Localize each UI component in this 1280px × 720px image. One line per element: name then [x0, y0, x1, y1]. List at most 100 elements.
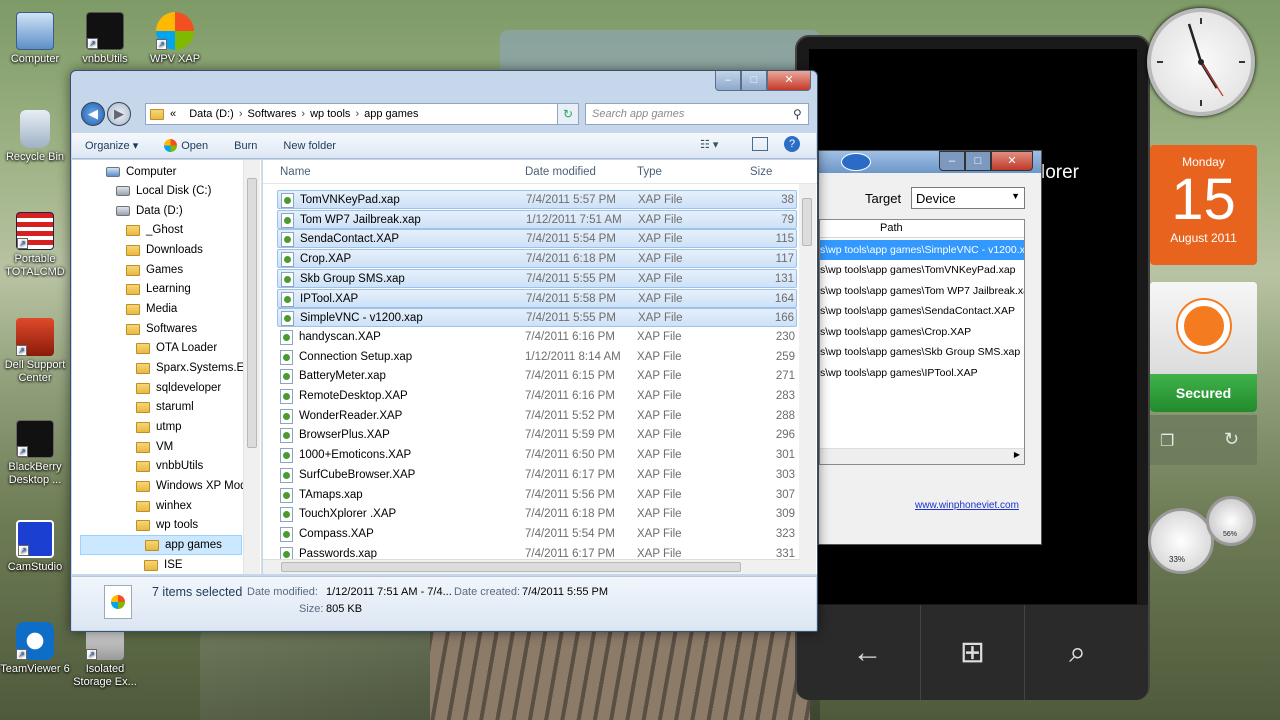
file-row[interactable]: RemoteDesktop.XAP 7/4/2011 6:16 PM XAP Fil… [277, 387, 797, 406]
search-input[interactable]: Search app games [585, 103, 809, 125]
restore-icon[interactable]: ❐ [1160, 431, 1174, 451]
column-type[interactable]: Type [637, 166, 662, 178]
file-row[interactable]: Connection Setup.xap 1/12/2011 8:14 AM XAP… [277, 348, 797, 367]
file-list-hscrollbar[interactable] [263, 559, 800, 574]
breadcrumb-softwares[interactable]: Softwares [247, 108, 296, 120]
tree-item-local-disk[interactable]: Local Disk (C:) [116, 181, 211, 201]
desktop-icon-wpv-xap[interactable]: ↗ WPV XAP [140, 12, 210, 66]
tree-item-wp-tools[interactable]: wp tools [136, 515, 198, 535]
minimize-button[interactable]: – [715, 71, 741, 91]
path-list[interactable]: Path s\wp tools\app games\SimpleVNC - v1… [819, 219, 1025, 465]
file-row[interactable]: handyscan.XAP 7/4/2011 6:16 PM XAP File 230 [277, 328, 797, 347]
tree-item-app-games[interactable]: app games [80, 535, 242, 555]
open-button[interactable]: Open [151, 139, 221, 152]
close-button[interactable]: ✕ [767, 71, 811, 91]
file-row[interactable]: SimpleVNC - v1200.xap 7/4/2011 5:55 PM XAP… [277, 308, 797, 328]
file-row[interactable]: TouchXplorer .XAP 7/4/2011 6:18 PM XAP Fil… [277, 505, 797, 524]
tree-item-softwares[interactable]: Softwares [126, 319, 197, 339]
phone-search-button[interactable]: ⌕ [1025, 605, 1130, 700]
path-list-item[interactable]: s\wp tools\app games\Crop.XAP [820, 322, 1024, 342]
tree-item-windows-xp-mode[interactable]: Windows XP Mode [136, 476, 253, 496]
path-list-item[interactable]: s\wp tools\app games\IPTool.XAP [820, 363, 1024, 383]
column-date-modified[interactable]: Date modified [525, 166, 596, 178]
desktop-icon-isolated-storage[interactable]: ↗ Isolated Storage Ex... [70, 622, 140, 689]
column-name[interactable]: Name [280, 166, 311, 178]
maximize-button[interactable]: □ [741, 71, 767, 91]
desktop-icon-totalcmd[interactable]: ↗ Portable TOTALCMD [0, 212, 70, 279]
file-row[interactable]: 1000+Emoticons.XAP 7/4/2011 6:50 PM XAP Fi… [277, 446, 797, 465]
tree-item-staruml[interactable]: staruml [136, 397, 194, 417]
path-list-item[interactable]: s\wp tools\app games\SimpleVNC - v1200.x… [820, 240, 1024, 260]
app-minimize-button[interactable]: – [939, 151, 965, 171]
tree-item-ghost[interactable]: _Ghost [126, 220, 183, 240]
scrollbar-thumb[interactable] [281, 562, 741, 572]
refresh-icon[interactable]: ↻ [1224, 429, 1239, 450]
file-row[interactable]: Crop.XAP 7/4/2011 6:18 PM XAP File 117 [277, 249, 797, 269]
breadcrumb-overflow[interactable]: « [170, 108, 176, 120]
path-column-header[interactable]: Path [820, 220, 1024, 238]
tree-item-games[interactable]: Games [126, 260, 183, 280]
tree-item-media[interactable]: Media [126, 299, 177, 319]
tree-item-vnbbutils[interactable]: vnbbUtils [136, 456, 203, 476]
file-row[interactable]: SurfCubeBrowser.XAP 7/4/2011 6:17 PM XAP F… [277, 466, 797, 485]
path-list-hscroll[interactable]: ▶ [820, 448, 1024, 464]
organize-button[interactable]: Organize ▾ [72, 139, 151, 152]
tree-item-winhex[interactable]: winhex [136, 496, 192, 516]
tree-item-learning[interactable]: Learning [126, 279, 191, 299]
burn-button[interactable]: Burn [221, 140, 270, 152]
file-row[interactable]: TomVNKeyPad.xap 7/4/2011 5:57 PM XAP File 3… [277, 190, 797, 209]
desktop-icon-dell-support[interactable]: ↗ Dell Support Center [0, 318, 70, 385]
desktop-icon-recycle-bin[interactable]: Recycle Bin [0, 110, 70, 164]
tree-item-downloads[interactable]: Downloads [126, 240, 203, 260]
forward-button[interactable]: ▶ [107, 102, 131, 126]
file-row[interactable]: BatteryMeter.xap 7/4/2011 6:15 PM XAP File… [277, 367, 797, 386]
file-row[interactable]: Tom WP7 Jailbreak.xap 1/12/2011 7:51 AM XA… [277, 209, 797, 229]
file-row[interactable]: BrowserPlus.XAP 7/4/2011 5:59 PM XAP File 2… [277, 426, 797, 445]
view-options-icon[interactable]: ☷ ▾ [700, 138, 718, 151]
target-select[interactable]: Device ▼ [911, 187, 1025, 209]
tree-item-vm[interactable]: VM [136, 437, 173, 457]
avast-status[interactable]: Secured [1150, 374, 1257, 412]
file-row[interactable]: IPTool.XAP 7/4/2011 5:58 PM XAP File 164 [277, 288, 797, 308]
breadcrumb-wp-tools[interactable]: wp tools [310, 108, 350, 120]
desktop-icon-blackberry-desktop[interactable]: ↗ BlackBerry Desktop ... [0, 420, 70, 487]
desktop-icon-computer[interactable]: Computer [0, 12, 70, 66]
file-row[interactable]: Skb Group SMS.xap 7/4/2011 5:55 PM XAP Fil… [277, 268, 797, 288]
file-list-scrollbar[interactable] [799, 184, 816, 574]
tree-item-data-d[interactable]: Data (D:) [116, 201, 183, 221]
phone-back-button[interactable]: ← [815, 605, 920, 700]
tree-item-utmp[interactable]: utmp [136, 417, 182, 437]
path-list-item[interactable]: s\wp tools\app games\SendaContact.XAP [820, 301, 1024, 321]
column-size[interactable]: Size [750, 166, 772, 178]
tree-item-ise[interactable]: ISE [144, 555, 183, 574]
desktop-icon-camstudio[interactable]: ↗ CamStudio [0, 520, 70, 574]
tree-item-computer[interactable]: Computer [106, 162, 177, 182]
breadcrumb-app-games[interactable]: app games [364, 108, 418, 120]
phone-start-button[interactable]: ⊞ [920, 605, 1025, 700]
path-list-item[interactable]: s\wp tools\app games\Tom WP7 Jailbreak.x… [820, 281, 1024, 301]
tree-item-sparx[interactable]: Sparx.Systems.Ente [136, 358, 260, 378]
scrollbar-thumb[interactable] [247, 178, 257, 448]
breadcrumb-data-d[interactable]: Data (D:) [189, 108, 234, 120]
preview-pane-icon[interactable] [752, 137, 768, 151]
navigation-pane-scrollbar[interactable] [243, 160, 260, 574]
address-bar[interactable]: « Data (D:) › Softwares › wp tools › app… [145, 103, 573, 125]
app-maximize-button[interactable]: □ [965, 151, 991, 171]
path-list-item[interactable]: s\wp tools\app games\TomVNKeyPad.xap [820, 260, 1024, 280]
desktop-icon-vnbbutils[interactable]: ↗ vnbbUtils [70, 12, 140, 66]
new-folder-button[interactable]: New folder [270, 140, 349, 152]
file-row[interactable]: WonderReader.XAP 7/4/2011 5:52 PM XAP File… [277, 407, 797, 426]
back-button[interactable]: ◀ [81, 102, 105, 126]
desktop-icon-teamviewer[interactable]: ↗ TeamViewer 6 [0, 622, 70, 676]
tree-item-ota-loader[interactable]: OTA Loader [136, 338, 217, 358]
file-row[interactable]: Compass.XAP 7/4/2011 5:54 PM XAP File 323 [277, 525, 797, 544]
scrollbar-thumb[interactable] [802, 198, 812, 246]
path-list-item[interactable]: s\wp tools\app games\Skb Group SMS.xap [820, 342, 1024, 362]
file-row[interactable]: TAmaps.xap 7/4/2011 5:56 PM XAP File 307 [277, 486, 797, 505]
help-icon[interactable]: ? [784, 136, 800, 152]
file-row[interactable]: SendaContact.XAP 7/4/2011 5:54 PM XAP File… [277, 229, 797, 249]
winphoneviet-link[interactable]: www.winphoneviet.com [915, 500, 1019, 511]
tree-item-sqldeveloper[interactable]: sqldeveloper [136, 378, 221, 398]
app-close-button[interactable]: ✕ [991, 151, 1033, 171]
refresh-button[interactable]: ↻ [557, 103, 579, 125]
